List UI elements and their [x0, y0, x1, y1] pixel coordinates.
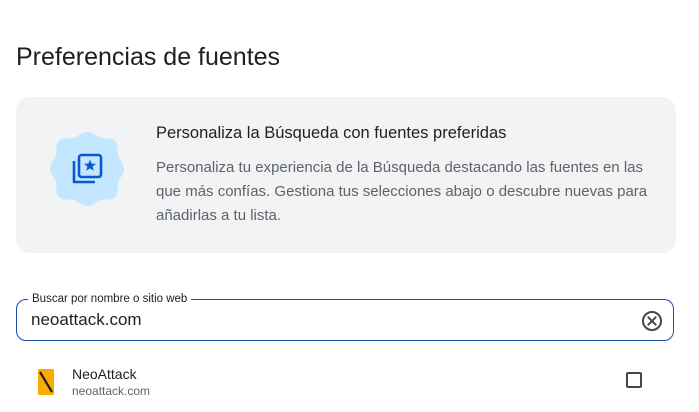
search-input[interactable] [31, 308, 611, 332]
clear-circle-icon[interactable] [641, 310, 663, 332]
star-photo-badge-icon [50, 132, 124, 206]
search-label: Buscar por nombre o sitio web [28, 292, 192, 306]
info-card-description: Personaliza tu experiencia de la Búsqued… [156, 159, 648, 224]
info-card: Personaliza la Búsqueda con fuentes pref… [16, 97, 676, 253]
source-name: NeoAttack [72, 366, 137, 382]
search-field[interactable]: Buscar por nombre o sitio web [16, 292, 674, 341]
info-card-title: Personaliza la Búsqueda con fuentes pref… [156, 124, 507, 142]
page-title: Preferencias de fuentes [16, 42, 281, 71]
neoattack-logo-icon [38, 369, 54, 395]
source-checkbox[interactable] [626, 372, 642, 388]
list-item: NeoAttack neoattack.com [16, 358, 676, 404]
source-url: neoattack.com [72, 384, 151, 398]
